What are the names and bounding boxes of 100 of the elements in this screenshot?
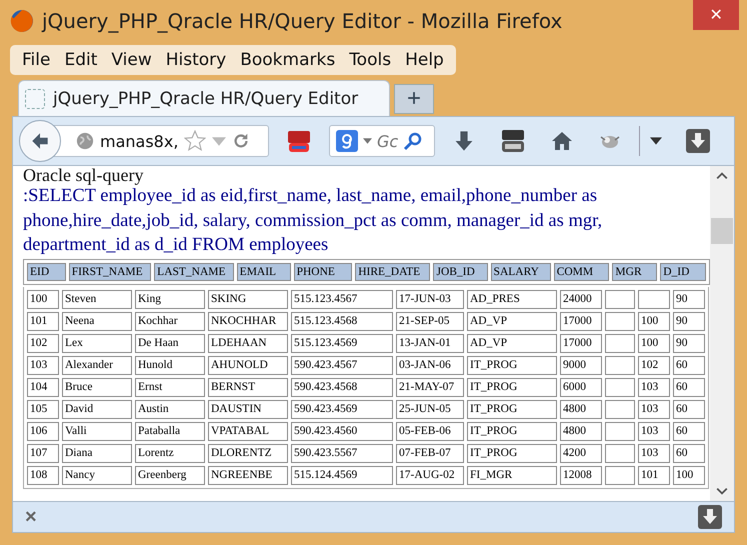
table-cell: DLORENTZ	[208, 444, 288, 462]
column-header: JOB_ID	[433, 262, 488, 280]
table-cell: 60	[673, 444, 705, 462]
table-cell: 60	[673, 378, 705, 396]
table-cell: Nancy	[62, 466, 132, 484]
table-cell: 13-JAN-01	[396, 334, 464, 352]
empty-cell	[605, 334, 635, 352]
table-cell: Steven	[62, 290, 132, 308]
table-cell: 100	[638, 334, 670, 352]
new-tab-button[interactable]: +	[394, 84, 434, 114]
table-cell: 590.423.5567	[291, 444, 393, 462]
empty-cell	[605, 290, 635, 308]
table-cell: 03-JAN-06	[396, 356, 464, 374]
search-icon[interactable]	[403, 131, 424, 151]
home-icon[interactable]	[550, 129, 574, 153]
downloads-icon[interactable]	[698, 505, 722, 529]
table-cell: Alexander	[62, 356, 132, 374]
scrollbar[interactable]	[710, 166, 734, 501]
menu-item[interactable]: Bookmarks	[236, 50, 340, 70]
table-cell: 12008	[560, 466, 602, 484]
scroll-down-icon[interactable]	[716, 487, 728, 495]
table-cell: IT_PROG	[467, 378, 557, 396]
column-header: SALARY	[490, 262, 551, 280]
caret-icon[interactable]	[363, 138, 372, 144]
table-cell: 515.123.4567	[291, 290, 393, 308]
google-icon	[336, 130, 358, 152]
table-cell: VPATABAL	[208, 422, 288, 440]
window-title: jQuery_PHP_Qracle HR/Query Editor - Mozilla Firefox	[42, 9, 562, 33]
table-cell: 90	[673, 312, 705, 330]
search-field[interactable]: Gc	[329, 125, 435, 157]
globe-icon	[76, 132, 94, 150]
table-cell: 100	[638, 312, 670, 330]
menu-item[interactable]: Edit	[60, 50, 102, 70]
column-header: HIRE_DATE	[355, 262, 430, 280]
table-cell: IT_PROG	[467, 400, 557, 418]
star-icon[interactable]	[184, 130, 206, 152]
table-cell: LDEHAAN	[208, 334, 288, 352]
scroll-up-icon[interactable]	[716, 172, 728, 180]
table-cell: Lorentz	[135, 444, 205, 462]
table-cell: De Haan	[135, 334, 205, 352]
menu-item[interactable]: Tools	[345, 50, 396, 70]
empty-cell	[605, 356, 635, 374]
table-cell: Austin	[135, 400, 205, 418]
table-cell: 6000	[560, 378, 602, 396]
empty-cell	[605, 444, 635, 462]
table-cell: AD_VP	[467, 312, 557, 330]
table-cell: Valli	[62, 422, 132, 440]
table-cell: AD_PRES	[467, 290, 557, 308]
menu-item[interactable]: Help	[401, 50, 448, 70]
empty-cell	[605, 312, 635, 330]
table-cell: Greenberg	[135, 466, 205, 484]
table-cell: 60	[673, 356, 705, 374]
table-cell: 101	[638, 466, 670, 484]
close-button[interactable]: ×	[25, 506, 37, 528]
table-cell: 104	[27, 378, 59, 396]
table-cell: Pataballa	[135, 422, 205, 440]
table-cell: 107	[27, 444, 59, 462]
table-cell: 21-MAY-07	[396, 378, 464, 396]
table-cell: 590.423.4568	[291, 378, 393, 396]
browser-tab[interactable]: jQuery_PHP_Qracle HR/Query Editor	[18, 80, 390, 116]
table-cell: SKING	[208, 290, 288, 308]
table-cell: 515.123.4568	[291, 312, 393, 330]
scroll-thumb[interactable]	[711, 218, 733, 244]
table-cell: 590.423.4560	[291, 422, 393, 440]
page-icon	[25, 88, 45, 108]
query-text: :SELECT employee_id as eid,first_name, last_name, email,phone_number as phone,hire_date,job_id, salary, commission_pct as comm, manager_id as mgr, department_id as d_id FROM employees	[23, 185, 604, 257]
table-cell: Hunold	[135, 356, 205, 374]
table-cell: 90	[673, 334, 705, 352]
table-cell: 60	[673, 400, 705, 418]
table-cell: 590.423.4567	[291, 356, 393, 374]
table-cell: AHUNOLD	[208, 356, 288, 374]
downloads-icon[interactable]	[686, 129, 710, 153]
table-cell: 590.423.4569	[291, 400, 393, 418]
menu-item[interactable]: History	[162, 50, 230, 70]
caret-icon[interactable]	[650, 137, 662, 145]
back-button[interactable]	[19, 120, 61, 162]
table-cell: Kochhar	[135, 312, 205, 330]
menu-item[interactable]: File	[18, 50, 54, 70]
column-header: LAST_NAME	[154, 262, 234, 280]
table-cell: 17-AUG-02	[396, 466, 464, 484]
table-cell: Diana	[62, 444, 132, 462]
table-cell: 103	[638, 422, 670, 440]
table-cell: FI_MGR	[467, 466, 557, 484]
table-cell: 102	[27, 334, 59, 352]
column-header: EMAIL	[236, 262, 291, 280]
table-cell: 9000	[560, 356, 602, 374]
menu-item[interactable]: View	[107, 50, 156, 70]
close-button[interactable]: ✕	[693, 0, 739, 30]
table-cell: 17000	[560, 334, 602, 352]
table-cell: Ernst	[135, 378, 205, 396]
table-cell: Lex	[62, 334, 132, 352]
table-cell: IT_PROG	[467, 444, 557, 462]
table-cell: Bruce	[62, 378, 132, 396]
reload-icon[interactable]	[232, 132, 250, 150]
table-cell: 4800	[560, 400, 602, 418]
table-cell: 4200	[560, 444, 602, 462]
column-header: COMM	[554, 262, 610, 280]
table-cell: IT_PROG	[467, 356, 557, 374]
table-cell: 102	[638, 356, 670, 374]
column-header: D_ID	[660, 262, 706, 280]
